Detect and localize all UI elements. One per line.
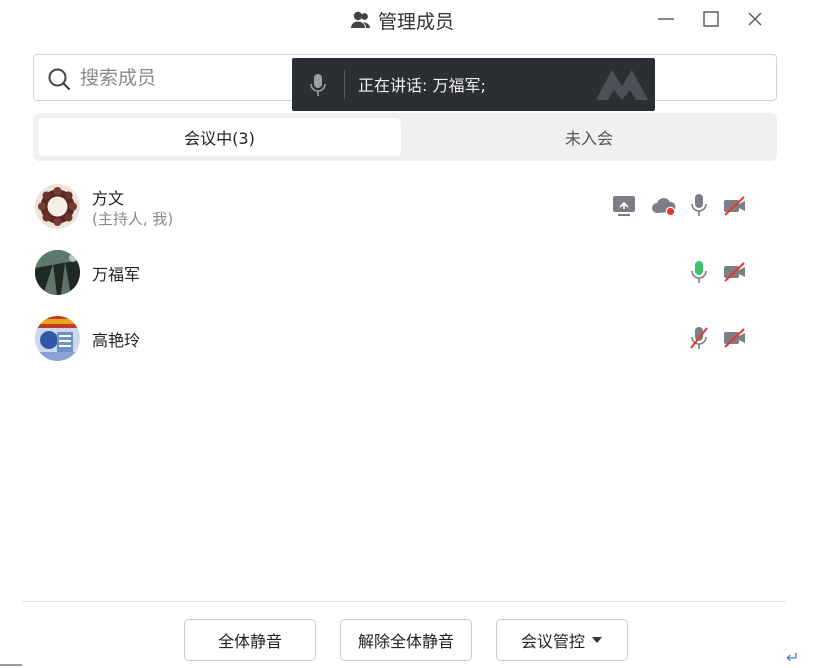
- caret-down-icon: [592, 637, 602, 643]
- mute-all-button[interactable]: 全体静音: [184, 619, 316, 661]
- member-tabs: 会议中(3) 未入会: [33, 113, 777, 161]
- avatar: [35, 316, 80, 361]
- close-icon: [748, 12, 762, 26]
- microphone-icon: [691, 194, 707, 216]
- meeting-control-button[interactable]: 会议管控: [496, 619, 628, 661]
- camera-button[interactable]: [722, 193, 748, 219]
- camera-off-icon: [724, 328, 745, 348]
- app-logo-icon: [596, 70, 648, 100]
- member-row[interactable]: 高艳玲: [0, 309, 826, 369]
- close-button[interactable]: [742, 8, 768, 30]
- avatar: [35, 184, 80, 229]
- member-name: 方文: [92, 189, 125, 208]
- cloud-record-icon: [652, 198, 676, 217]
- search-icon: [48, 68, 71, 91]
- maximize-icon: [703, 11, 719, 27]
- member-name: 万福军: [92, 265, 141, 284]
- return-icon: ↵: [786, 648, 800, 667]
- camera-off-icon: [724, 196, 745, 216]
- meeting-control-label: 会议管控: [520, 632, 585, 651]
- speaking-text: 正在讲话: 万福军;: [358, 76, 486, 95]
- camera-button[interactable]: [722, 325, 748, 351]
- camera-off-icon: [724, 262, 745, 282]
- member-row[interactable]: 万福军: [0, 243, 826, 303]
- screen-share-button[interactable]: [611, 193, 637, 219]
- microphone-icon: [310, 74, 326, 96]
- edge-mark: [0, 664, 22, 666]
- member-row[interactable]: 方文 (主持人, 我): [0, 177, 826, 237]
- tab-not-joined[interactable]: 未入会: [405, 118, 773, 156]
- search-input[interactable]: [80, 63, 310, 93]
- cloud-record-button[interactable]: [651, 193, 677, 219]
- maximize-button[interactable]: [698, 8, 724, 30]
- minimize-button[interactable]: [653, 8, 679, 30]
- mic-button[interactable]: [686, 325, 712, 351]
- minimize-icon: [658, 18, 674, 20]
- member-name: 高艳玲: [92, 331, 141, 350]
- mic-button[interactable]: [686, 259, 712, 285]
- members-icon: [351, 11, 370, 28]
- member-role: (主持人, 我): [92, 210, 174, 228]
- camera-button[interactable]: [722, 259, 748, 285]
- footer-divider: [22, 601, 786, 602]
- microphone-speaking-icon: [691, 261, 707, 283]
- title-bar: 管理成员: [0, 0, 826, 40]
- unmute-all-button[interactable]: 解除全体静音: [340, 619, 472, 661]
- screen-share-icon: [613, 196, 635, 216]
- tab-in-meeting[interactable]: 会议中(3): [38, 118, 401, 156]
- avatar: [35, 250, 80, 295]
- speaking-toast: 正在讲话: 万福军;: [292, 58, 655, 111]
- toast-divider: [344, 70, 345, 99]
- mic-button[interactable]: [686, 192, 712, 218]
- microphone-muted-icon: [690, 327, 708, 349]
- window-title-text: 管理成员: [378, 10, 455, 33]
- window-title: 管理成员: [350, 8, 455, 33]
